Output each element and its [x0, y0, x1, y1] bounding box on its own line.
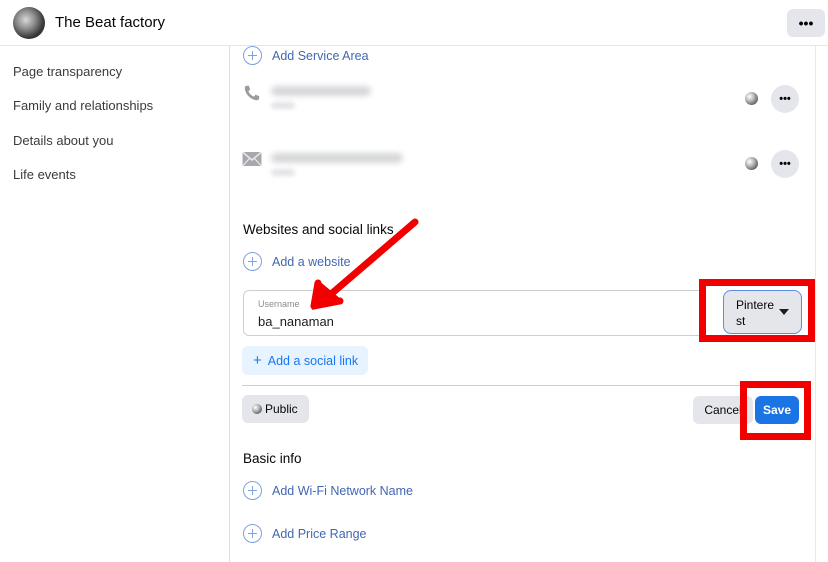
username-input[interactable]: Username ba_nanaman — [243, 290, 705, 336]
page-header: The Beat factory ••• — [0, 0, 828, 46]
phone-number-blurred — [271, 86, 371, 96]
email-more-button[interactable]: ••• — [771, 150, 799, 178]
sidebar-item-page-transparency[interactable]: Page transparency — [13, 64, 122, 79]
globe-icon — [745, 92, 758, 105]
phone-icon — [244, 85, 260, 101]
highlight-box-network-select — [699, 279, 815, 342]
section-divider — [242, 385, 802, 386]
highlight-box-save-button — [740, 381, 811, 440]
page-avatar[interactable] — [13, 7, 45, 39]
add-service-area-label: Add Service Area — [272, 48, 369, 63]
page-name[interactable]: The Beat factory — [55, 14, 165, 31]
globe-icon — [745, 157, 758, 170]
sidebar-item-details-about-you[interactable]: Details about you — [13, 133, 113, 148]
envelope-icon — [242, 151, 262, 167]
scroll-edge-divider — [815, 46, 816, 562]
more-horizontal-icon: ••• — [779, 93, 791, 105]
add-website-link[interactable]: Add a website — [243, 252, 351, 271]
more-horizontal-icon: ••• — [779, 158, 791, 170]
add-wifi-network-link[interactable]: Add Wi-Fi Network Name — [243, 481, 413, 500]
basic-info-title: Basic info — [243, 451, 302, 466]
plus-circle-icon — [243, 46, 262, 65]
privacy-audience-button[interactable]: Public — [242, 395, 309, 423]
plus-circle-icon — [243, 252, 262, 271]
email-address-blurred — [271, 153, 403, 163]
email-sublabel-blurred — [271, 169, 295, 176]
phone-sublabel-blurred — [271, 102, 295, 109]
phone-more-button[interactable]: ••• — [771, 85, 799, 113]
globe-icon — [252, 404, 262, 414]
sidebar-item-family-and-relationships[interactable]: Family and relationships — [13, 98, 153, 113]
more-options-button[interactable]: ••• — [787, 9, 825, 37]
add-price-range-link[interactable]: Add Price Range — [243, 524, 367, 543]
add-service-area-link[interactable]: Add Service Area — [243, 46, 369, 65]
more-horizontal-icon: ••• — [798, 15, 814, 31]
username-value: ba_nanaman — [258, 314, 334, 329]
add-price-range-label: Add Price Range — [272, 526, 367, 541]
username-label: Username — [258, 299, 300, 309]
add-social-link-button[interactable]: + Add a social link — [242, 346, 368, 375]
add-wifi-label: Add Wi-Fi Network Name — [272, 483, 413, 498]
about-sidebar: Page transparency Family and relationshi… — [0, 46, 230, 562]
websites-section-title: Websites and social links — [243, 222, 394, 237]
plus-icon: + — [253, 352, 262, 369]
add-social-link-label: Add a social link — [267, 353, 359, 368]
add-website-label: Add a website — [272, 254, 351, 269]
sidebar-item-life-events[interactable]: Life events — [13, 167, 76, 182]
privacy-label: Public — [265, 402, 298, 416]
plus-circle-icon — [243, 524, 262, 543]
plus-circle-icon — [243, 481, 262, 500]
